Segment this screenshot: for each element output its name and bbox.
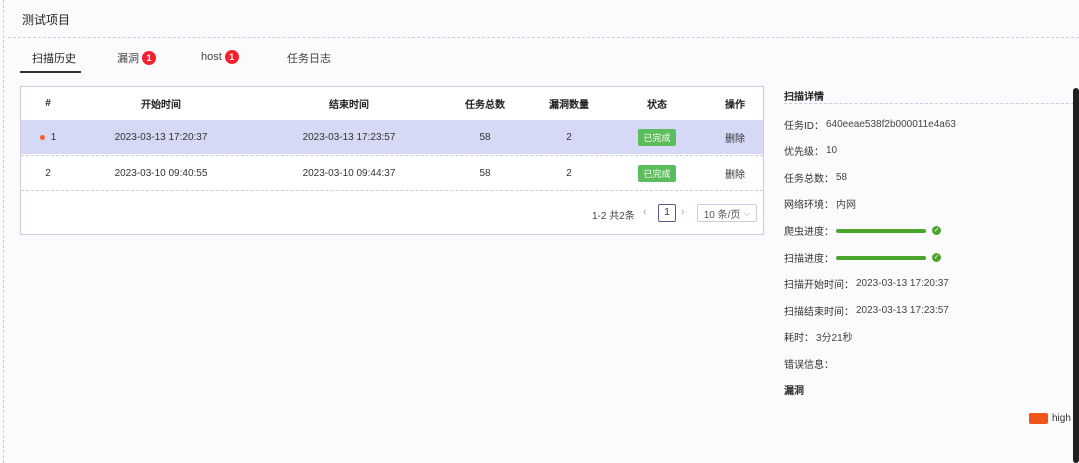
row-task-total: 58	[479, 167, 491, 179]
scan-end-field: 扫描结束时间： 2023-03-13 17:23:57	[784, 303, 949, 318]
tab-host[interactable]: host 1	[201, 50, 239, 64]
duration-label: 耗时：	[784, 333, 814, 344]
column-header-status: 状态	[647, 100, 667, 111]
table-header-row: # 开始时间 结束时间 任务总数 漏洞数量 状态 操作	[21, 87, 763, 120]
detail-title: 扫描详情	[784, 92, 824, 103]
row-index: 1	[50, 131, 57, 143]
tab-label: 漏洞	[117, 53, 139, 65]
task-total-field: 任务总数： 58	[784, 170, 847, 185]
check-icon: ✓	[932, 253, 941, 262]
legend-label: high	[1052, 413, 1071, 424]
left-border	[3, 0, 4, 463]
row-end-time: 2023-03-10 09:44:37	[302, 167, 396, 179]
page-size-value: 10 条/页	[703, 209, 741, 221]
delete-button[interactable]: 删除	[715, 156, 755, 190]
tab-scan-history[interactable]: 扫描历史	[32, 50, 76, 66]
row-index-cell: 1	[33, 120, 63, 154]
scan-start-value: 2023-03-13 17:20:37	[856, 278, 949, 289]
row-task-total: 58	[479, 131, 491, 143]
detail-divider	[784, 103, 1074, 104]
vertical-scrollbar[interactable]	[1073, 88, 1079, 463]
vuln-section-label: 漏洞	[784, 386, 804, 397]
row-end-time: 2023-03-13 17:23:57	[302, 131, 396, 143]
scan-history-table: # 开始时间 结束时间 任务总数 漏洞数量 状态 操作 1 2023-03-13…	[20, 86, 764, 235]
error-field: 错误信息：	[784, 356, 836, 371]
task-id-label: 任务ID：	[784, 121, 824, 132]
pagination-total: 1-2 共2条	[592, 211, 635, 222]
duration-field: 耗时： 3分21秒	[784, 329, 853, 344]
tab-vulnerabilities[interactable]: 漏洞 1	[117, 50, 156, 66]
column-header-start-time: 开始时间	[141, 100, 181, 111]
scan-progress-bar	[836, 255, 926, 260]
network-value: 内网	[836, 200, 856, 211]
task-total-value: 58	[836, 172, 848, 183]
page-number-button[interactable]: 1	[658, 204, 676, 222]
tab-label: 任务日志	[287, 53, 331, 65]
check-icon: ✓	[932, 226, 941, 235]
tab-task-log[interactable]: 任务日志	[287, 50, 331, 66]
row-status-cell: 已完成	[627, 156, 687, 190]
active-tab-indicator	[20, 71, 81, 73]
pagination: 1-2 共2条 ‹ 1 › 10 条/页 ⌵	[21, 203, 763, 225]
current-row-dot-icon	[39, 134, 45, 140]
page-title: 测试项目	[22, 13, 71, 27]
severity-legend: high	[1029, 413, 1071, 424]
page-header: 测试项目	[0, 0, 1079, 36]
header-divider	[8, 37, 1079, 38]
tab-count-badge: 1	[142, 51, 156, 65]
status-badge: 已完成	[638, 128, 676, 146]
crawl-progress-field: 爬虫进度： ✓	[784, 223, 941, 238]
task-total-label: 任务总数：	[784, 174, 834, 185]
chevron-right-icon[interactable]: ›	[681, 206, 685, 218]
row-status-cell: 已完成	[627, 120, 687, 154]
row-index: 2	[45, 167, 51, 179]
column-header-end-time: 结束时间	[329, 100, 369, 111]
chevron-left-icon[interactable]: ‹	[643, 206, 647, 218]
tab-count-badge: 1	[224, 50, 239, 64]
crawl-progress-label: 爬虫进度：	[784, 227, 834, 238]
scan-progress-field: 扫描进度： ✓	[784, 250, 941, 265]
column-header-action: 操作	[725, 100, 745, 111]
tab-label: host	[201, 51, 222, 63]
column-header-vuln-count: 漏洞数量	[549, 100, 589, 111]
scan-progress-label: 扫描进度：	[784, 254, 834, 265]
legend-swatch	[1029, 413, 1048, 424]
delete-button[interactable]: 删除	[715, 120, 755, 154]
priority-value: 10	[826, 145, 838, 156]
crawl-progress-bar	[836, 228, 926, 233]
table-row[interactable]: 1 2023-03-13 17:20:37 2023-03-13 17:23:5…	[21, 120, 763, 154]
scan-end-value: 2023-03-13 17:23:57	[856, 305, 949, 316]
page-size-select[interactable]: 10 条/页 ⌵	[697, 204, 757, 222]
row-start-time: 2023-03-13 17:20:37	[114, 131, 208, 143]
row-divider	[21, 190, 763, 191]
tab-label: 扫描历史	[32, 53, 76, 65]
scan-start-field: 扫描开始时间： 2023-03-13 17:20:37	[784, 276, 949, 291]
priority-field: 优先级： 10	[784, 143, 837, 158]
table-row[interactable]: 2 2023-03-10 09:40:55 2023-03-10 09:44:3…	[21, 156, 763, 190]
network-field: 网络环境： 内网	[784, 196, 856, 211]
network-label: 网络环境：	[784, 200, 834, 211]
scan-start-label: 扫描开始时间：	[784, 280, 854, 291]
status-badge: 已完成	[638, 164, 676, 182]
row-vuln-count: 2	[566, 131, 572, 143]
priority-label: 优先级：	[784, 147, 824, 158]
duration-value: 3分21秒	[816, 333, 853, 344]
row-start-time: 2023-03-10 09:40:55	[114, 167, 208, 179]
task-id-field: 任务ID： 640eeae538f2b000011e4a63	[784, 117, 956, 132]
row-vuln-count: 2	[566, 167, 572, 179]
column-header-task-total: 任务总数	[465, 100, 505, 111]
column-header-index: #	[45, 98, 51, 109]
error-label: 错误信息：	[784, 360, 834, 371]
scan-end-label: 扫描结束时间：	[784, 307, 854, 318]
vuln-section-title: 漏洞	[784, 382, 804, 397]
task-id-value: 640eeae538f2b000011e4a63	[826, 119, 956, 130]
chevron-down-icon: ⌵	[743, 207, 751, 218]
